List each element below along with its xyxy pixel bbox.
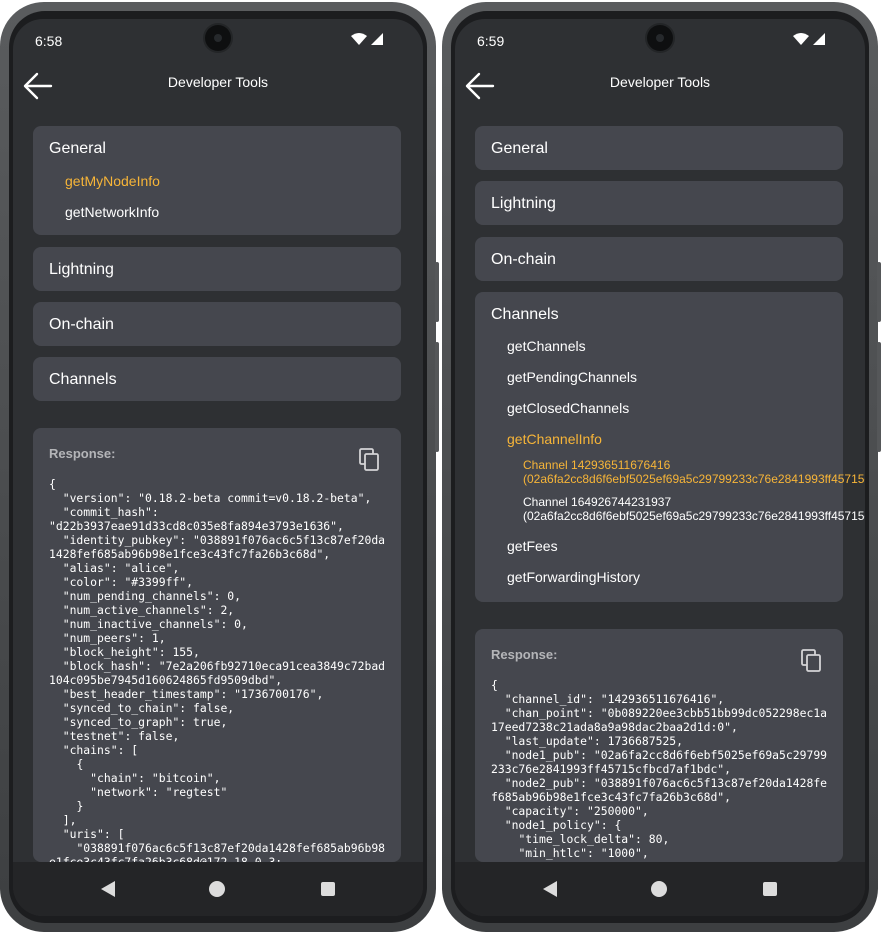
menu-item-getForwardingHistory[interactable]: getForwardingHistory [507, 569, 640, 585]
menu-item-getChannelInfo[interactable]: getChannelInfo [507, 431, 602, 447]
nav-back-icon[interactable] [543, 881, 557, 897]
section-title: On-chain [49, 316, 114, 333]
section-title: Channels [491, 306, 559, 323]
app-bar: Developer Tools [455, 65, 865, 105]
section-general[interactable]: General getMyNodeInfo getNetworkInfo [33, 126, 401, 235]
response-json: { "version": "0.18.2-beta commit=v0.18.2… [49, 477, 386, 862]
section-channels[interactable]: Channels [33, 357, 401, 401]
response-panel: Response: { "version": "0.18.2-beta comm… [33, 428, 401, 862]
section-onchain[interactable]: On-chain [475, 237, 843, 281]
wifi-icon [793, 33, 809, 45]
section-general[interactable]: General [475, 126, 843, 170]
nav-home-icon[interactable] [651, 881, 667, 897]
copy-icon[interactable] [359, 448, 381, 472]
power-button [435, 262, 439, 322]
signal-icon [371, 33, 383, 45]
system-nav-bar [455, 862, 865, 916]
menu-item-getPendingChannels[interactable]: getPendingChannels [507, 369, 637, 385]
section-title: Channels [49, 371, 117, 388]
menu-item-getMyNodeInfo[interactable]: getMyNodeInfo [65, 173, 160, 189]
nav-recents-icon[interactable] [321, 882, 335, 896]
right-phone: 6:59 Developer Tools General Lightning O… [442, 2, 881, 932]
screen: 6:58 Developer Tools General getMyNodeIn… [13, 19, 423, 916]
status-icons [793, 33, 825, 45]
status-time: 6:58 [35, 33, 63, 49]
channel-option[interactable]: Channel 164926744231937 (02a6fa2cc8d6f6e… [523, 495, 865, 523]
menu-item-getClosedChannels[interactable]: getClosedChannels [507, 400, 629, 416]
status-icons [351, 33, 383, 45]
menu-item-getFees[interactable]: getFees [507, 538, 558, 554]
section-title: On-chain [491, 251, 556, 268]
page-title: Developer Tools [609, 74, 711, 90]
system-nav-bar [13, 862, 423, 916]
channel-option[interactable]: Channel 142936511676416 (02a6fa2cc8d6f6e… [523, 458, 865, 486]
volume-button [435, 342, 439, 452]
section-title: Lightning [49, 261, 114, 278]
response-label: Response: [49, 446, 116, 461]
signal-icon [813, 33, 825, 45]
response-json: { "channel_id": "142936511676416", "chan… [491, 678, 828, 862]
left-phone: 6:58 Developer Tools General getMyNodeIn… [0, 2, 439, 932]
volume-button [877, 342, 881, 452]
section-onchain[interactable]: On-chain [33, 302, 401, 346]
app-bar: Developer Tools [13, 65, 423, 105]
front-camera [647, 25, 673, 51]
nav-back-icon[interactable] [101, 881, 115, 897]
page-title: Developer Tools [167, 74, 269, 90]
section-lightning[interactable]: Lightning [475, 181, 843, 225]
status-time: 6:59 [477, 33, 505, 49]
section-channels[interactable]: Channels getChannels getPendingChannels … [475, 292, 865, 602]
section-title: General [491, 140, 548, 157]
screen: 6:59 Developer Tools General Lightning O… [455, 19, 865, 916]
section-title: General [49, 140, 106, 157]
response-label: Response: [491, 647, 558, 662]
nav-home-icon[interactable] [209, 881, 225, 897]
response-panel: Response: { "channel_id": "1429365116764… [475, 629, 843, 862]
nav-recents-icon[interactable] [763, 882, 777, 896]
section-lightning[interactable]: Lightning [33, 247, 401, 291]
front-camera [205, 25, 231, 51]
copy-icon[interactable] [801, 649, 823, 673]
wifi-icon [351, 33, 367, 45]
menu-item-getNetworkInfo[interactable]: getNetworkInfo [65, 204, 159, 220]
power-button [877, 262, 881, 322]
menu-item-getChannels[interactable]: getChannels [507, 338, 586, 354]
section-title: Lightning [491, 195, 556, 212]
